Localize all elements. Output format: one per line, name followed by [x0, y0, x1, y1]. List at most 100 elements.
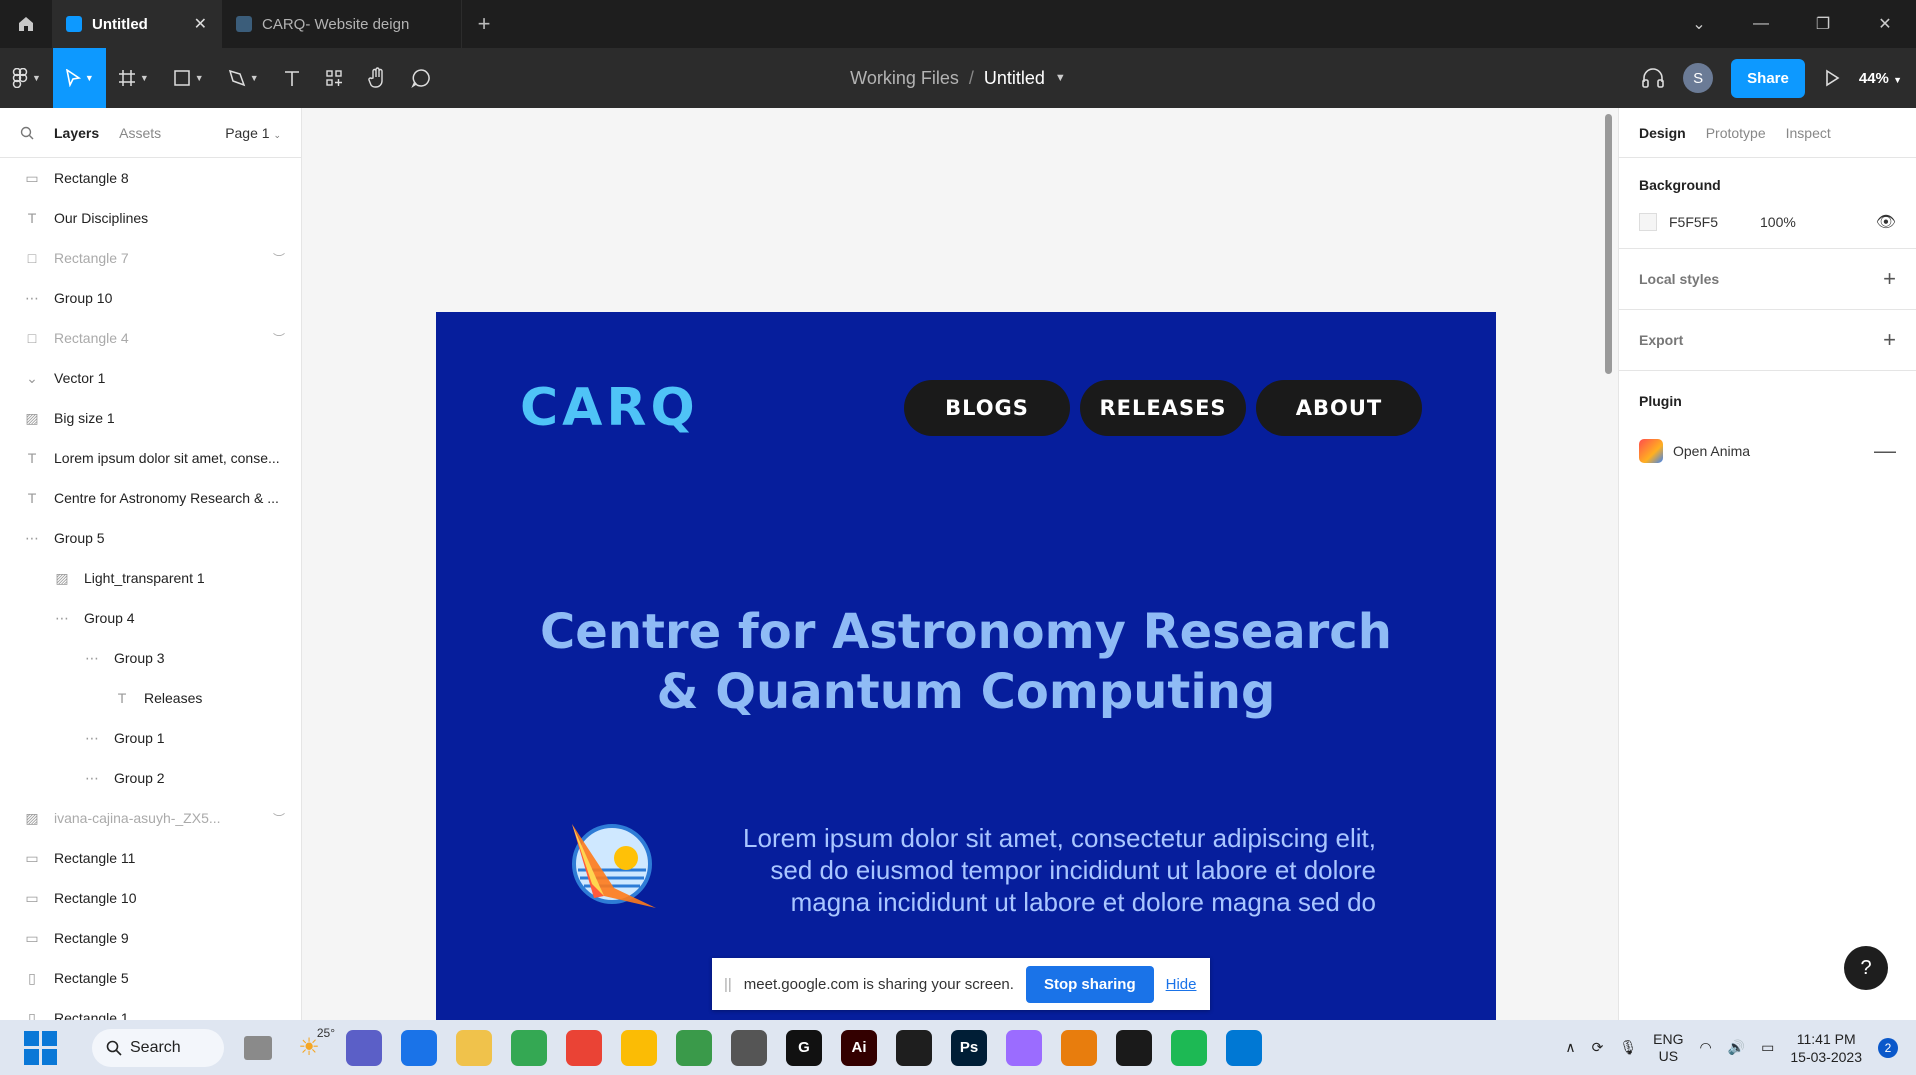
shape-tool[interactable]: ▼: [161, 48, 216, 108]
background-hex[interactable]: F5F5F5: [1669, 214, 1718, 230]
resources-tool[interactable]: [313, 48, 355, 108]
restore-button[interactable]: ❐: [1792, 0, 1854, 48]
tab-assets[interactable]: Assets: [119, 125, 161, 141]
canvas[interactable]: CARQ BLOGS RELEASES ABOUT Centre for Ast…: [302, 108, 1618, 1020]
notification-badge[interactable]: 2: [1878, 1037, 1898, 1058]
tab-prototype[interactable]: Prototype: [1706, 125, 1766, 141]
avatar[interactable]: S: [1683, 63, 1714, 93]
layer-item[interactable]: ▯ Rectangle 1: [0, 998, 301, 1021]
eye-icon[interactable]: 👁: [1876, 212, 1896, 232]
layer-item[interactable]: ⋯ Group 1: [0, 718, 301, 758]
earth-icon[interactable]: [676, 1029, 712, 1066]
layer-item[interactable]: ▭ Rectangle 11: [0, 838, 301, 878]
battery-icon[interactable]: ▭: [1761, 1039, 1774, 1056]
wifi-icon[interactable]: ◠: [1699, 1039, 1711, 1056]
layer-item[interactable]: T Centre for Astronomy Research & ...: [0, 478, 301, 518]
hidden-eye-icon[interactable]: ︶: [273, 330, 285, 347]
taskbar-search[interactable]: Search: [92, 1028, 224, 1067]
g-hub-icon[interactable]: G: [786, 1029, 822, 1066]
clock[interactable]: 11:41 PM 15-03-2023: [1790, 1030, 1862, 1066]
share-button[interactable]: Share: [1731, 58, 1805, 98]
volume-icon[interactable]: 🔊: [1728, 1039, 1745, 1056]
layer-item[interactable]: ▯ Rectangle 5: [0, 958, 301, 998]
nav-releases[interactable]: RELEASES: [1080, 380, 1246, 436]
chrome-icon[interactable]: [621, 1029, 657, 1066]
plugin-row[interactable]: Open Anima —: [1639, 431, 1896, 471]
blender-icon[interactable]: [1061, 1029, 1097, 1066]
photoshop-icon[interactable]: Ps: [951, 1029, 987, 1066]
add-export-icon[interactable]: +: [1883, 327, 1896, 353]
teams-icon[interactable]: [346, 1029, 382, 1066]
chrome-icon[interactable]: [566, 1029, 602, 1066]
tab-carq-website[interactable]: CARQ- Website deign: [222, 0, 462, 48]
vscode-icon[interactable]: [1226, 1029, 1262, 1066]
hide-link[interactable]: Hide: [1166, 976, 1197, 993]
nav-blogs[interactable]: BLOGS: [904, 380, 1070, 436]
layer-item[interactable]: ⋯ Group 3: [0, 638, 301, 678]
layer-item[interactable]: ▨ Big size 1: [0, 398, 301, 438]
store-icon[interactable]: [401, 1029, 437, 1066]
layer-item[interactable]: T Lorem ipsum dolor sit amet, conse...: [0, 438, 301, 478]
cloud-icon[interactable]: [1116, 1029, 1152, 1066]
layer-item[interactable]: ▭ Rectangle 10: [0, 878, 301, 918]
spotify-icon[interactable]: [1171, 1029, 1207, 1066]
canvas-scrollbar[interactable]: [1605, 114, 1612, 374]
chevron-down-icon[interactable]: ▼: [1055, 72, 1066, 84]
home-button[interactable]: [0, 0, 52, 48]
zoom-menu[interactable]: 44% ▼: [1859, 70, 1902, 87]
close-tab-icon[interactable]: ✕: [194, 14, 207, 34]
layer-item[interactable]: □ Rectangle 4 ︶: [0, 318, 301, 358]
website-frame[interactable]: CARQ BLOGS RELEASES ABOUT Centre for Ast…: [436, 312, 1496, 1020]
minimize-button[interactable]: —: [1730, 0, 1792, 48]
move-tool[interactable]: ▼: [52, 48, 106, 108]
pen-tool[interactable]: ▼: [216, 48, 271, 108]
hand-tool[interactable]: [355, 48, 399, 108]
tab-layers[interactable]: Layers: [54, 125, 99, 141]
nav-about[interactable]: ABOUT: [1256, 380, 1422, 436]
illustrator-icon[interactable]: Ai: [841, 1029, 877, 1066]
layer-item[interactable]: ▨ Light_transparent 1: [0, 558, 301, 598]
layer-item[interactable]: T Releases: [0, 678, 301, 718]
text-tool[interactable]: [271, 48, 313, 108]
language-indicator[interactable]: ENG US: [1653, 1031, 1683, 1065]
stop-sharing-button[interactable]: Stop sharing: [1025, 965, 1154, 1003]
tab-inspect[interactable]: Inspect: [1786, 125, 1831, 141]
layer-item[interactable]: ▭ Rectangle 9: [0, 918, 301, 958]
layer-item[interactable]: ▨ ivana-cajina-asuyh-_ZX5... ︶: [0, 798, 301, 838]
background-opacity[interactable]: 100%: [1760, 214, 1796, 230]
color-swatch[interactable]: [1639, 213, 1657, 231]
layer-item[interactable]: ⋯ Group 10: [0, 278, 301, 318]
layer-item[interactable]: T Our Disciplines: [0, 198, 301, 238]
help-button[interactable]: ?: [1844, 946, 1888, 990]
figma-icon[interactable]: [896, 1029, 932, 1066]
windows-start-icon[interactable]: [24, 1030, 58, 1065]
layer-item[interactable]: □ Rectangle 7 ︶: [0, 238, 301, 278]
chevron-up-icon[interactable]: ∧: [1565, 1039, 1575, 1056]
search-icon[interactable]: [20, 126, 34, 140]
sync-icon[interactable]: ⟳: [1592, 1039, 1604, 1056]
layer-item[interactable]: ⌄ Vector 1: [0, 358, 301, 398]
layer-item[interactable]: ⋯ Group 4: [0, 598, 301, 638]
drag-handle-icon[interactable]: ||: [724, 976, 732, 993]
play-icon[interactable]: [1823, 69, 1841, 87]
frame-tool[interactable]: ▼: [106, 48, 161, 108]
main-menu-button[interactable]: ▼: [0, 48, 53, 108]
tab-untitled[interactable]: Untitled ✕: [52, 0, 222, 48]
layer-item[interactable]: ⋯ Group 2: [0, 758, 301, 798]
breadcrumb-folder[interactable]: Working Files: [850, 68, 959, 89]
new-tab-button[interactable]: +: [462, 0, 506, 48]
hidden-eye-icon[interactable]: ︶: [273, 810, 285, 827]
tab-design[interactable]: Design: [1639, 125, 1686, 141]
weather-widget[interactable]: ☀ 25°: [291, 1026, 335, 1066]
unity-icon[interactable]: [731, 1029, 767, 1066]
comment-tool[interactable]: [399, 48, 443, 108]
task-view-icon[interactable]: [244, 1035, 272, 1060]
file-explorer-icon[interactable]: [456, 1029, 492, 1066]
chevron-down-icon[interactable]: ⌄: [1668, 0, 1730, 48]
layer-item[interactable]: ⋯ Group 5: [0, 518, 301, 558]
breadcrumb-file[interactable]: Untitled: [984, 68, 1045, 89]
microphone-icon[interactable]: 🎙: [1619, 1039, 1637, 1056]
page-selector[interactable]: Page 1 ⌄: [225, 125, 281, 141]
layer-item[interactable]: ▭ Rectangle 8: [0, 158, 301, 198]
minus-icon[interactable]: —: [1874, 438, 1896, 464]
